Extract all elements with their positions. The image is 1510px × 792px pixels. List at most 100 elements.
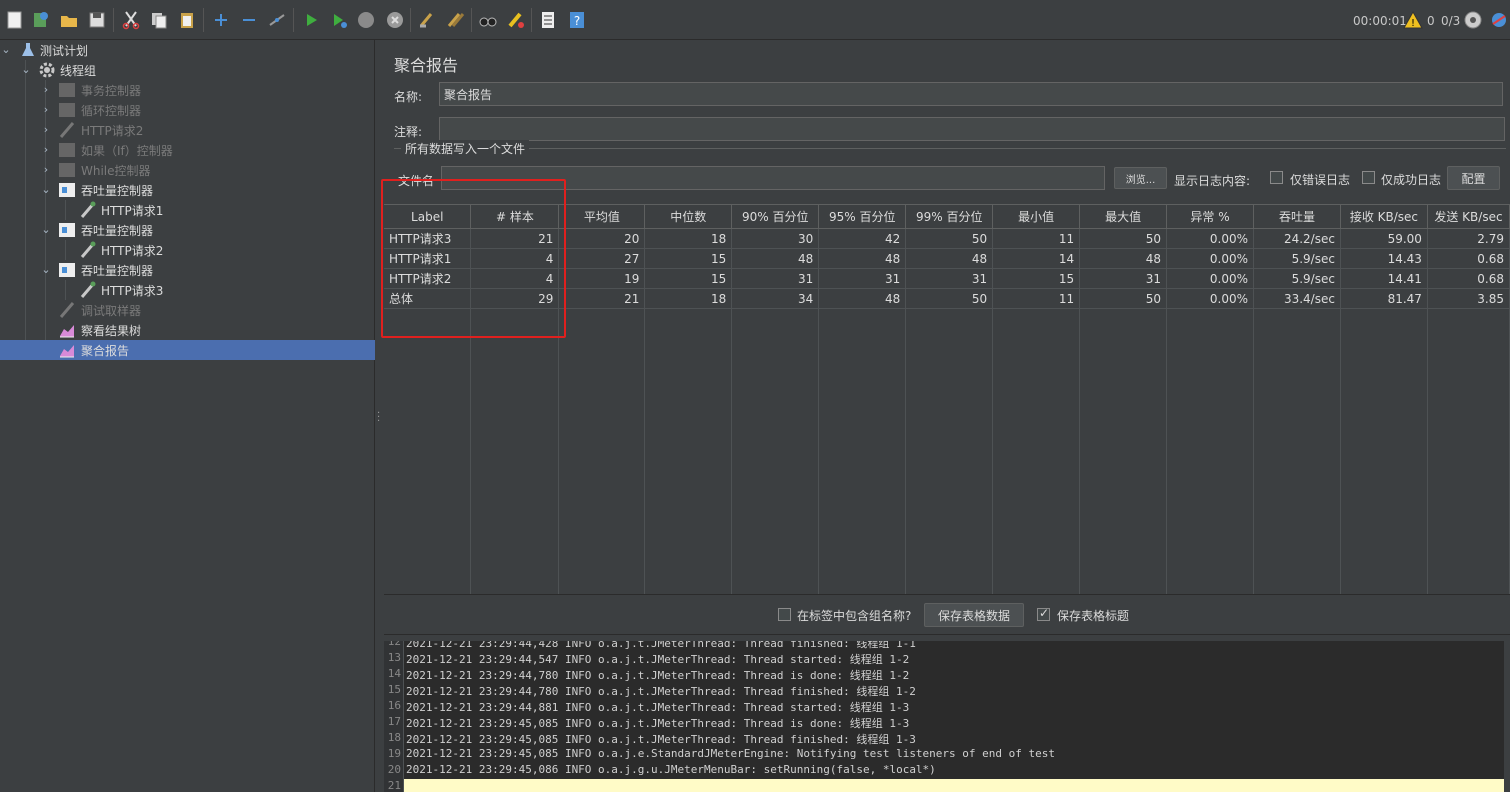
column-header[interactable]: 99% 百分位 xyxy=(905,204,994,229)
chevron-right-icon[interactable]: › xyxy=(40,164,52,176)
table-cell: 4 xyxy=(470,248,560,269)
reset-search-icon[interactable] xyxy=(505,8,527,32)
table-cell: 33.4/sec xyxy=(1253,288,1341,309)
column-header[interactable]: # 样本 xyxy=(470,204,560,229)
tree-item-http-request-2[interactable]: HTTP请求2 xyxy=(0,240,375,260)
function-helper-icon[interactable] xyxy=(537,8,559,32)
tree-item-http-request-1[interactable]: HTTP请求1 xyxy=(0,200,375,220)
log-line: 14 2021-12-21 23:29:44,780 INFO o.a.j.t.J… xyxy=(384,667,1510,683)
splitter-handle[interactable]: · · · xyxy=(377,409,381,427)
configure-button[interactable]: 配置 xyxy=(1447,166,1500,190)
table-row[interactable]: HTTP请求3 21 20 18 30 42 50 11 50 0.00% 24… xyxy=(384,228,1510,249)
table-cell: 81.47 xyxy=(1340,288,1428,309)
chevron-right-icon[interactable]: › xyxy=(40,104,52,116)
chevron-down-icon[interactable]: ⌄ xyxy=(0,44,12,56)
throughput-icon xyxy=(59,223,75,237)
tree-item-debug-sampler[interactable]: 调试取样器 xyxy=(0,300,375,320)
table-cell: 30 xyxy=(731,228,820,249)
table-row[interactable]: HTTP请求1 4 27 15 48 48 48 14 48 0.00% 5.9… xyxy=(384,248,1510,269)
column-header[interactable]: 90% 百分位 xyxy=(731,204,820,229)
column-header[interactable]: Label xyxy=(384,204,472,229)
pipette-icon xyxy=(80,201,96,218)
comment-field[interactable] xyxy=(439,117,1505,141)
tree-item-label: HTTP请求2 xyxy=(101,244,164,258)
tree-item-if-controller[interactable]: › 如果（If）控制器 xyxy=(0,140,375,160)
save-table-data-button[interactable]: 保存表格数据 xyxy=(924,603,1024,627)
table-options-bar: 在标签中包含组名称? 保存表格数据 保存表格标题 xyxy=(384,594,1510,634)
collapse-all-icon[interactable] xyxy=(238,8,260,32)
tree-item-aggregate-report[interactable]: 聚合报告 xyxy=(0,340,375,360)
tree-item-transaction-controller[interactable]: › 事务控制器 xyxy=(0,80,375,100)
include-group-name-checkbox[interactable] xyxy=(778,608,791,621)
chevron-down-icon[interactable]: ⌄ xyxy=(20,64,32,76)
search-icon[interactable] xyxy=(477,8,499,32)
tree-item-http-request-3[interactable]: HTTP请求3 xyxy=(0,280,375,300)
tree-item-while-controller[interactable]: › While控制器 xyxy=(0,160,375,180)
throughput-icon xyxy=(59,263,75,277)
paste-icon[interactable] xyxy=(176,8,198,32)
tree-item-view-results-tree[interactable]: 察看结果树 xyxy=(0,320,375,340)
tree-item-thread-group[interactable]: ⌄ 线程组 xyxy=(0,60,375,80)
svg-text:?: ? xyxy=(574,14,580,28)
open-folder-icon[interactable] xyxy=(58,8,80,32)
success-only-checkbox[interactable] xyxy=(1362,171,1375,184)
column-header[interactable]: 中位数 xyxy=(644,204,733,229)
tree-item-test-plan[interactable]: ⌄ 测试计划 xyxy=(0,40,375,60)
log-scrollbar[interactable] xyxy=(1504,641,1510,792)
shutdown-icon[interactable] xyxy=(384,8,406,32)
table-cell: HTTP请求2 xyxy=(384,268,472,289)
column-header[interactable]: 最小值 xyxy=(992,204,1081,229)
tree-item-label: 循环控制器 xyxy=(81,104,142,118)
tree-item-throughput-controller-3[interactable]: ⌄ 吞吐量控制器 xyxy=(0,260,375,280)
tree-item-throughput-controller-1[interactable]: ⌄ 吞吐量控制器 xyxy=(0,180,375,200)
templates-icon[interactable] xyxy=(30,8,52,32)
help-icon[interactable]: ? xyxy=(566,8,588,32)
tree-item-throughput-controller-2[interactable]: ⌄ 吞吐量控制器 xyxy=(0,220,375,240)
column-header[interactable]: 最大值 xyxy=(1079,204,1168,229)
chevron-right-icon[interactable]: › xyxy=(40,124,52,136)
stop-icon[interactable] xyxy=(355,8,377,32)
column-header[interactable]: 95% 百分位 xyxy=(818,204,907,229)
start-icon[interactable] xyxy=(300,8,322,32)
table-cell: 2.79 xyxy=(1427,228,1510,249)
toggle-icon[interactable] xyxy=(266,8,288,32)
column-header[interactable]: 平均值 xyxy=(558,204,646,229)
expand-all-icon[interactable] xyxy=(210,8,232,32)
browse-button[interactable]: 浏览... xyxy=(1114,167,1167,189)
clear-all-icon[interactable] xyxy=(444,8,466,32)
table-row-total[interactable]: 总体 29 21 18 34 48 50 11 50 0.00% 33.4/se… xyxy=(384,288,1510,309)
tree-item-loop-controller[interactable]: › 循环控制器 xyxy=(0,100,375,120)
filename-field[interactable] xyxy=(441,166,1105,190)
table-cell: 48 xyxy=(818,288,907,309)
table-cell: 5.9/sec xyxy=(1253,268,1341,289)
log-splitter[interactable] xyxy=(384,634,1510,641)
tree-item-http-request-2-disabled[interactable]: › HTTP请求2 xyxy=(0,120,375,140)
table-empty-area xyxy=(384,308,1510,594)
chevron-right-icon[interactable]: › xyxy=(40,144,52,156)
chevron-down-icon[interactable]: ⌄ xyxy=(40,224,52,236)
save-icon[interactable] xyxy=(86,8,108,32)
table-cell: 50 xyxy=(1079,228,1168,249)
new-file-icon[interactable] xyxy=(4,8,26,32)
remote-icon[interactable] xyxy=(1462,8,1484,32)
column-header[interactable]: 吞吐量 xyxy=(1253,204,1341,229)
column-header[interactable]: 发送 KB/sec xyxy=(1427,204,1510,229)
table-cell: 42 xyxy=(818,228,907,249)
start-no-pause-icon[interactable] xyxy=(328,8,350,32)
chevron-right-icon[interactable]: › xyxy=(40,84,52,96)
chevron-down-icon[interactable]: ⌄ xyxy=(40,264,52,276)
name-field[interactable] xyxy=(439,82,1503,106)
chevron-down-icon[interactable]: ⌄ xyxy=(40,184,52,196)
log-viewer[interactable]: 12 2021-12-21 23:29:44,428 INFO o.a.j.t.J… xyxy=(384,641,1510,792)
table-row[interactable]: HTTP请求2 4 19 15 31 31 31 15 31 0.00% 5.9… xyxy=(384,268,1510,289)
cut-icon[interactable] xyxy=(120,8,142,32)
column-header[interactable]: 接收 KB/sec xyxy=(1340,204,1428,229)
copy-icon[interactable] xyxy=(148,8,170,32)
errors-only-checkbox[interactable] xyxy=(1270,171,1283,184)
clear-icon[interactable] xyxy=(416,8,438,32)
save-table-header-checkbox[interactable] xyxy=(1037,606,1050,621)
column-header[interactable]: 异常 % xyxy=(1166,204,1254,229)
table-cell: 0.68 xyxy=(1427,268,1510,289)
tree-item-label: 测试计划 xyxy=(40,44,89,58)
warning-icon[interactable]: ! xyxy=(1402,8,1424,32)
